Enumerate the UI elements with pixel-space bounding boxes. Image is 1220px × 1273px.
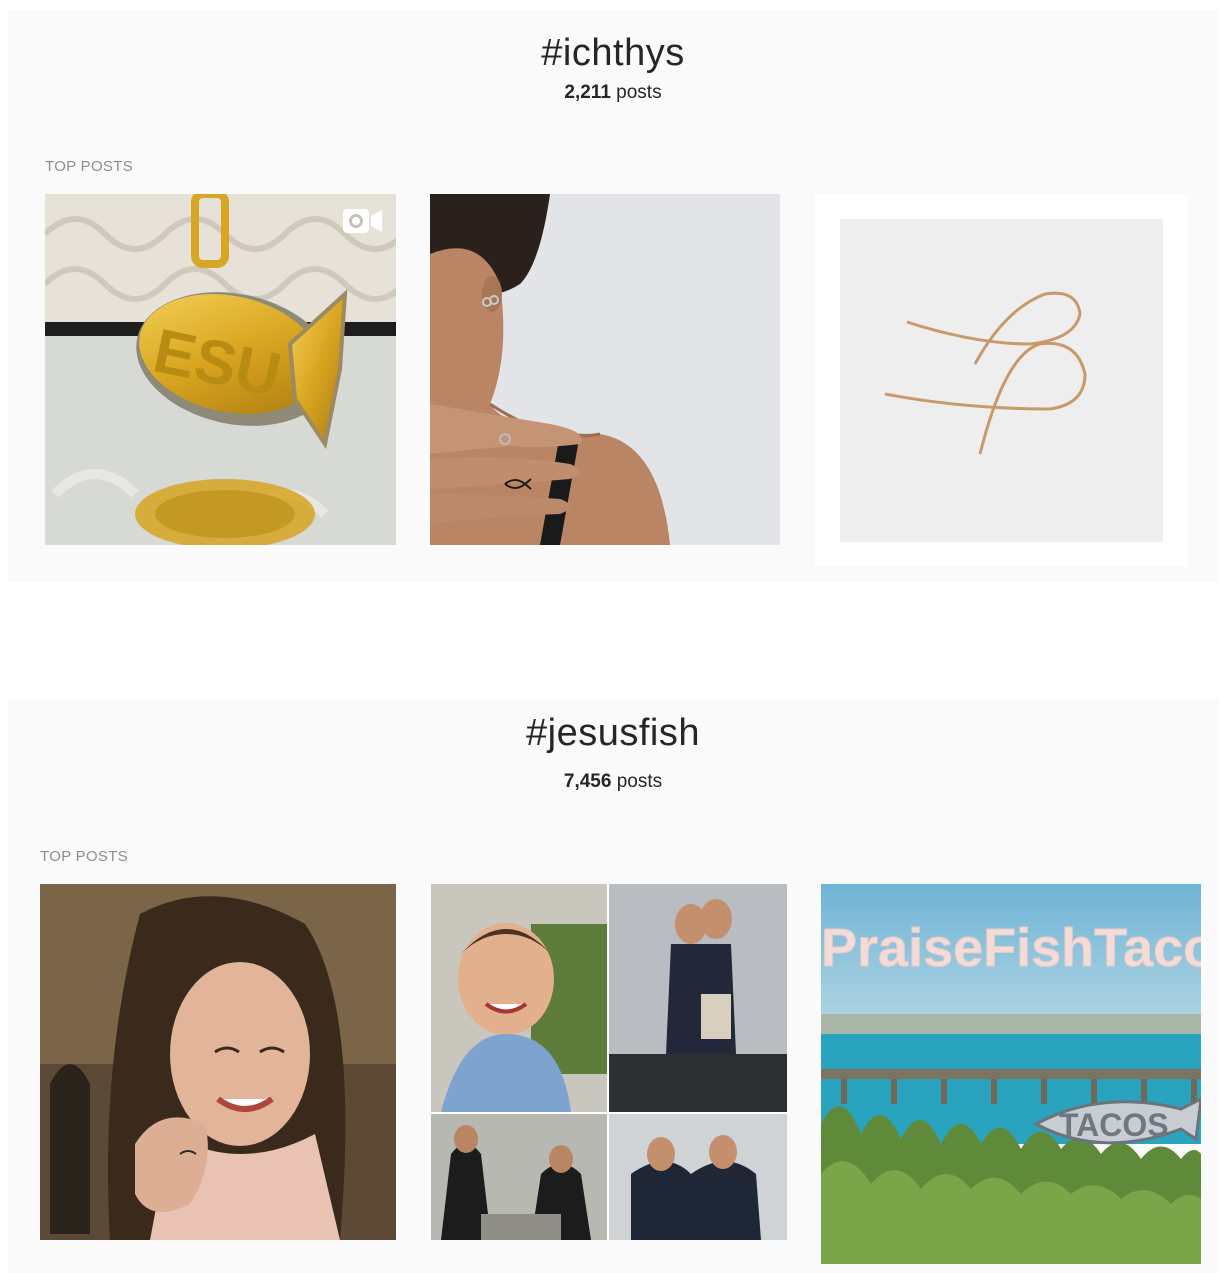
video-camera-icon — [342, 206, 384, 236]
hashtag-section-jesusfish: #jesusfish 7,456 posts TOP POSTS TACOS P… — [8, 700, 1218, 1273]
post-count-number: 7,456 — [563, 771, 612, 792]
hashtag-title: #jesusfish — [526, 712, 700, 754]
overlay-caption: PraiseFishTacos — [821, 918, 1201, 978]
top-posts-label: TOP POSTS — [45, 158, 134, 175]
post-image-finger-tattoo — [430, 194, 780, 545]
top-post-1[interactable]: ESU — [45, 194, 396, 545]
post-count-label: posts — [616, 82, 662, 103]
post-count: 7,456 posts — [8, 771, 1218, 793]
post-image-wire-earrings — [815, 194, 1188, 567]
post-count-number: 2,211 — [564, 82, 611, 103]
top-post-5[interactable] — [431, 884, 787, 1240]
hashtag-section-ichthys: #ichthys 2,211 posts TOP POSTS ESU — [8, 10, 1218, 582]
post-count: 2,211 posts — [8, 82, 1218, 104]
top-posts-label: TOP POSTS — [40, 848, 129, 865]
post-image-praise-fish-tacos: TACOS PraiseFishTacos — [821, 884, 1201, 1264]
post-count-label: posts — [616, 771, 663, 792]
hashtag-title: #ichthys — [541, 32, 685, 74]
top-post-6[interactable]: TACOS PraiseFishTacos — [821, 884, 1201, 1264]
post-image-pendant: ESU — [45, 194, 396, 545]
post-image-baptism-collage — [431, 884, 787, 1240]
top-post-4[interactable] — [40, 884, 396, 1240]
sign-text: TACOS — [1059, 1107, 1169, 1143]
post-image-smiling-girl — [40, 884, 396, 1240]
top-post-3[interactable] — [815, 194, 1188, 567]
top-post-2[interactable] — [430, 194, 780, 545]
